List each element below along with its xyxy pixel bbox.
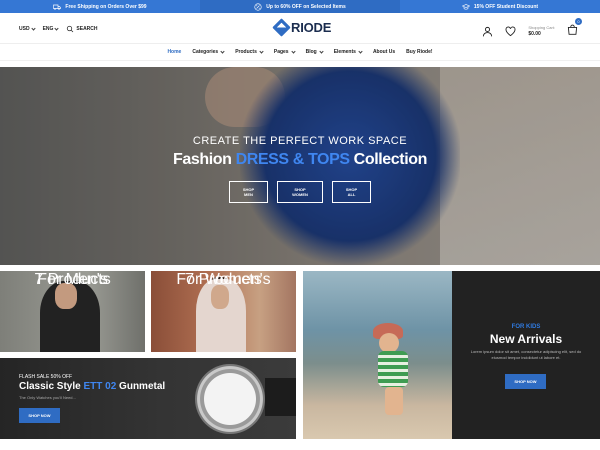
kid-face xyxy=(379,333,399,353)
user-icon[interactable] xyxy=(482,26,493,37)
chevron-down-icon xyxy=(290,48,296,54)
language-select[interactable]: ENG xyxy=(42,25,60,32)
tile-count: 7 Products xyxy=(34,271,111,288)
category-tile-women[interactable]: For Women's 7 Products xyxy=(151,271,296,352)
tile-count: 7 Products xyxy=(185,271,262,288)
arrivals-kicker: FOR KIDS xyxy=(511,324,541,330)
truck-icon xyxy=(53,4,62,10)
arrivals-title: New Arrivals xyxy=(489,332,563,346)
flash-sale-description: The Only Watches you'll Need... xyxy=(19,395,76,400)
hero-subtitle: CREATE THE PERFECT WORK SPACE xyxy=(192,135,408,147)
flash-sale-banner: FLASH SALE 50% OFF Classic Style ETT 02 … xyxy=(0,358,296,439)
site-logo[interactable]: RIODE xyxy=(272,18,332,37)
graduation-cap-icon xyxy=(461,3,470,10)
kid-legs xyxy=(385,387,403,415)
watch-title-pre: Classic Style xyxy=(19,381,84,392)
cart-total: $0.00 xyxy=(528,31,541,37)
promo-label: Up to 60% OFF on Selected Items xyxy=(266,3,346,10)
nav-item-about[interactable]: About Us xyxy=(373,49,395,55)
search-icon xyxy=(67,25,74,33)
search-button[interactable]: SEARCH xyxy=(66,25,98,33)
cart-summary[interactable]: Shopping Cart: $0.00 xyxy=(528,25,555,37)
hero-title-pre: Fashion xyxy=(172,151,236,168)
promo-student: 15% OFF Student Discount xyxy=(400,0,600,13)
kids-photo-tile[interactable] xyxy=(303,271,452,439)
shop-men-button[interactable]: SHOP MEN xyxy=(229,181,268,203)
discount-badge-icon xyxy=(254,2,262,11)
currency-value: USD xyxy=(19,26,30,32)
hero-title: Fashion DRESS & TOPS Collection xyxy=(0,151,600,169)
hero-title-highlight: DRESS & TOPS xyxy=(235,151,350,168)
nav-label: Products xyxy=(235,49,257,55)
watch-strap xyxy=(265,378,296,416)
nav-label: Blog xyxy=(305,49,317,55)
nav-label: Categories xyxy=(192,49,219,55)
watch-title-post: Gunmetal xyxy=(116,381,166,392)
chevron-down-icon xyxy=(220,48,225,54)
chevron-down-icon xyxy=(30,25,36,31)
promo-label: 15% OFF Student Discount xyxy=(473,3,539,10)
nav-item-products[interactable]: Products xyxy=(235,48,264,55)
nav-item-pages[interactable]: Pages xyxy=(273,48,296,55)
currency-select[interactable]: USD xyxy=(19,25,36,32)
promo-free-shipping: Free Shipping on Orders Over $99 xyxy=(0,0,200,13)
nav-item-home[interactable]: Home xyxy=(167,49,181,55)
site-header: USD ENG SEARCH RIODE Shopping Cart: $0.0… xyxy=(0,13,600,44)
heart-icon[interactable] xyxy=(505,26,516,37)
shop-women-button[interactable]: SHOP WOMEN xyxy=(277,181,323,203)
search-label: SEARCH xyxy=(76,26,98,32)
language-value: ENG xyxy=(42,26,54,32)
nav-item-buy[interactable]: Buy Riode! xyxy=(406,49,432,55)
new-arrivals-banner: FOR KIDS New Arrivals Lorem ipsum dolor … xyxy=(452,271,600,439)
chevron-down-icon xyxy=(358,48,363,54)
promo-label: Free Shipping on Orders Over $99 xyxy=(65,3,147,10)
watch-title-highlight: ETT 02 xyxy=(83,381,117,392)
kid-shirt xyxy=(378,351,408,387)
hero-banner: CREATE THE PERFECT WORK SPACE Fashion DR… xyxy=(0,67,600,265)
nav-item-elements[interactable]: Elements xyxy=(333,48,363,55)
flash-sale-kicker: FLASH SALE 50% OFF xyxy=(19,374,73,380)
shop-all-button[interactable]: SHOP ALL xyxy=(332,181,371,203)
hero-title-post: Collection xyxy=(349,151,428,168)
main-nav: Home Categories Products Pages Blog Elem… xyxy=(0,44,600,61)
chevron-down-icon xyxy=(319,48,324,54)
chevron-down-icon xyxy=(259,48,264,54)
logo-mark-icon xyxy=(272,18,291,37)
watch-photo xyxy=(195,364,265,434)
logo-text: RIODE xyxy=(291,20,332,35)
promo-discount: Up to 60% OFF on Selected Items xyxy=(200,0,400,13)
nav-item-categories[interactable]: Categories xyxy=(192,48,225,55)
category-tile-men[interactable]: For Men's 7 Products xyxy=(0,271,145,352)
shopping-bag-icon xyxy=(567,24,578,35)
chevron-down-icon xyxy=(54,25,60,31)
promo-bar: Free Shipping on Orders Over $99 Up to 6… xyxy=(0,0,600,13)
cart-button[interactable]: 0 xyxy=(567,18,582,40)
arrivals-description: Lorem ipsum dolor sit amet, consectetur … xyxy=(470,349,582,360)
arrivals-shop-now-button[interactable]: SHOP NOW xyxy=(505,374,546,389)
flash-sale-shop-now-button[interactable]: SHOP NOW xyxy=(19,408,60,423)
nav-label: Pages xyxy=(273,49,289,55)
nav-label: Elements xyxy=(333,49,356,55)
flash-sale-title: Classic Style ETT 02 Gunmetal xyxy=(19,381,165,392)
nav-item-blog[interactable]: Blog xyxy=(305,48,324,55)
cart-count-badge: 0 xyxy=(575,18,582,25)
